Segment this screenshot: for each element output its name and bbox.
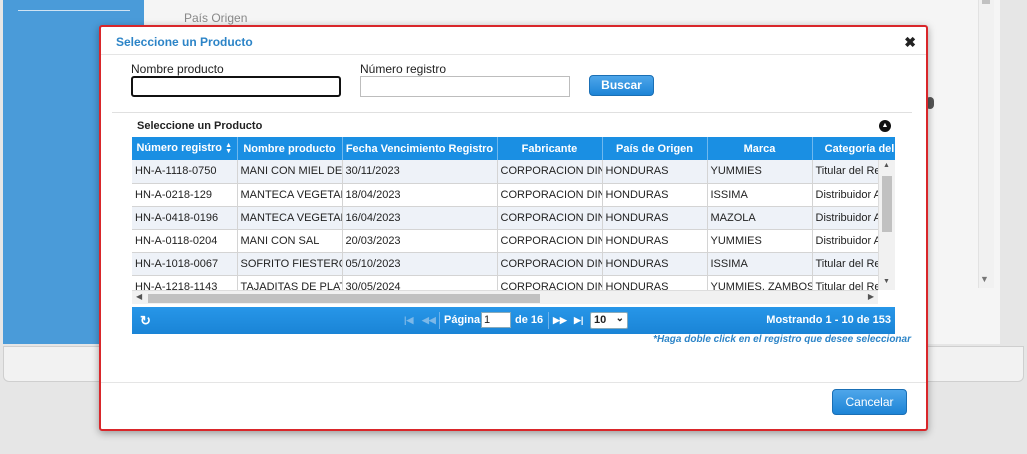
cell-fecha-vencimiento[interactable]: 20/03/2023 xyxy=(342,229,498,253)
page-number-input[interactable] xyxy=(481,312,511,328)
table-row[interactable]: HN-A-1218-1143 TAJADITAS DE PLAT 30/05/2… xyxy=(132,275,895,290)
cell-fecha-vencimiento[interactable]: 16/04/2023 xyxy=(342,206,498,230)
divider xyxy=(101,382,926,383)
scroll-down-arrow-icon[interactable]: ▼ xyxy=(980,274,989,284)
grid-caption-text: Seleccione un Producto xyxy=(137,120,263,132)
cell-marca[interactable]: YUMMIES, ZAMBOS xyxy=(707,275,813,290)
nombre-producto-input[interactable] xyxy=(131,76,341,97)
numero-registro-input[interactable] xyxy=(360,76,570,97)
table-header-row: Número registro ▲ ▼ Nombre producto Fecha… xyxy=(132,137,895,160)
table-row[interactable]: HN-A-0418-0196 MANTECA VEGETAL 16/04/202… xyxy=(132,206,895,230)
cell-nombre-producto[interactable]: TAJADITAS DE PLAT xyxy=(237,275,343,290)
cell-numero-registro[interactable]: HN-A-0118-0204 xyxy=(132,229,238,253)
cell-numero-registro[interactable]: HN-A-0418-0196 xyxy=(132,206,238,230)
column-header-fecha-vencimiento[interactable]: Fecha Vencimiento Registro xyxy=(342,137,498,160)
table-row[interactable]: HN-A-1018-0067 SOFRITO FIESTERO 05/10/20… xyxy=(132,252,895,276)
scroll-right-arrow-icon[interactable]: ▶ xyxy=(868,292,874,301)
cell-fabricante[interactable]: CORPORACION DIN xyxy=(497,183,603,207)
sidebar-divider xyxy=(18,10,130,11)
cell-pais-origen[interactable]: HONDURAS xyxy=(602,183,708,207)
scroll-down-arrow-icon[interactable]: ▼ xyxy=(883,278,890,285)
divider xyxy=(112,112,912,113)
cell-fabricante[interactable]: CORPORACION DIN xyxy=(497,252,603,276)
table-row[interactable]: HN-A-1118-0750 MANI CON MIEL DE 30/11/20… xyxy=(132,160,895,184)
cell-nombre-producto[interactable]: MANI CON MIEL DE xyxy=(237,160,343,184)
cell-pais-origen[interactable]: HONDURAS xyxy=(602,229,708,253)
select-product-dialog: Seleccione un Producto ✖ Nombre producto… xyxy=(99,25,928,431)
cell-numero-registro[interactable]: HN-A-0218-129 xyxy=(132,183,238,207)
scroll-up-arrow-icon[interactable]: ▲ xyxy=(883,162,890,169)
grid-caption: Seleccione un Producto ▲ xyxy=(132,117,895,137)
cancel-button[interactable]: Cancelar xyxy=(832,389,907,415)
grid-horizontal-scrollbar[interactable]: ◀ ▶ xyxy=(132,290,878,304)
cell-marca[interactable]: MAZOLA xyxy=(707,206,813,230)
cell-nombre-producto[interactable]: MANI CON SAL xyxy=(237,229,343,253)
previous-page-icon[interactable]: ◀◀ xyxy=(422,315,436,326)
column-header-pais-origen[interactable]: País de Origen xyxy=(602,137,708,160)
numero-registro-label: Número registro xyxy=(360,62,447,76)
table-row[interactable]: HN-A-0118-0204 MANI CON SAL 20/03/2023 C… xyxy=(132,229,895,253)
cell-pais-origen[interactable]: HONDURAS xyxy=(602,160,708,184)
cell-numero-registro[interactable]: HN-A-1118-0750 xyxy=(132,160,238,184)
background-field-label: País Origen xyxy=(184,11,248,25)
cell-marca[interactable]: ISSIMA xyxy=(707,252,813,276)
records-count: Mostrando 1 - 10 de 153 xyxy=(766,314,891,326)
nombre-producto-label: Nombre producto xyxy=(131,62,224,76)
cell-marca[interactable]: YUMMIES xyxy=(707,229,813,253)
first-page-icon[interactable]: |◀ xyxy=(404,315,413,326)
cell-fecha-vencimiento[interactable]: 30/05/2024 xyxy=(342,275,498,290)
cell-nombre-producto[interactable]: MANTECA VEGETAL xyxy=(237,206,343,230)
page-label: Página xyxy=(444,314,481,326)
collapse-icon[interactable]: ▲ xyxy=(879,120,891,132)
column-header-nombre-producto[interactable]: Nombre producto xyxy=(237,137,343,160)
cell-fabricante[interactable]: CORPORACION DIN xyxy=(497,275,603,290)
total-pages-label: de 16 xyxy=(515,314,544,326)
background-scroll-thumb[interactable] xyxy=(982,0,990,4)
product-table: Número registro ▲ ▼ Nombre producto Fecha… xyxy=(132,137,895,290)
grid-pager: ↻ |◀ ◀◀ Página de 16 ▶▶ ▶| 10 ⌄ Mostrand… xyxy=(132,307,895,334)
column-header-categoria[interactable]: Categoría del xyxy=(812,137,895,160)
scroll-thumb[interactable] xyxy=(148,294,540,303)
cell-pais-origen[interactable]: HONDURAS xyxy=(602,252,708,276)
next-page-icon[interactable]: ▶▶ xyxy=(553,315,567,326)
column-header-numero-registro[interactable]: Número registro ▲ ▼ xyxy=(132,137,238,160)
sort-icon[interactable]: ▲ ▼ xyxy=(225,142,232,155)
last-page-icon[interactable]: ▶| xyxy=(574,315,583,326)
cell-numero-registro[interactable]: HN-A-1018-0067 xyxy=(132,252,238,276)
background-right-strip xyxy=(1004,0,1027,344)
scroll-thumb[interactable] xyxy=(882,176,892,232)
cell-pais-origen[interactable]: HONDURAS xyxy=(602,206,708,230)
product-grid: Seleccione un Producto ▲ Número registro… xyxy=(132,117,895,335)
background-scrollbar[interactable] xyxy=(978,0,994,288)
scroll-left-arrow-icon[interactable]: ◀ xyxy=(136,292,142,301)
page-size-select[interactable]: 10 ⌄ xyxy=(590,312,628,329)
cell-fabricante[interactable]: CORPORACION DIN xyxy=(497,206,603,230)
cell-fecha-vencimiento[interactable]: 05/10/2023 xyxy=(342,252,498,276)
column-header-marca[interactable]: Marca xyxy=(707,137,813,160)
column-header-fabricante[interactable]: Fabricante xyxy=(497,137,603,160)
grid-vertical-scrollbar[interactable]: ▲ ▼ xyxy=(878,160,895,290)
cell-fecha-vencimiento[interactable]: 18/04/2023 xyxy=(342,183,498,207)
cell-numero-registro[interactable]: HN-A-1218-1143 xyxy=(132,275,238,290)
close-icon[interactable]: ✖ xyxy=(904,34,916,51)
chevron-down-icon: ⌄ xyxy=(615,313,624,324)
cell-marca[interactable]: ISSIMA xyxy=(707,183,813,207)
refresh-icon[interactable]: ↻ xyxy=(140,313,151,329)
cell-marca[interactable]: YUMMIES xyxy=(707,160,813,184)
divider xyxy=(101,54,926,55)
cell-nombre-producto[interactable]: MANTECA VEGETAL xyxy=(237,183,343,207)
separator xyxy=(548,312,549,329)
grid-viewport: Número registro ▲ ▼ Nombre producto Fecha… xyxy=(132,137,895,290)
cell-fecha-vencimiento[interactable]: 30/11/2023 xyxy=(342,160,498,184)
dialog-title: Seleccione un Producto xyxy=(116,35,253,49)
double-click-hint: *Haga doble click en el registro que des… xyxy=(653,334,911,345)
cell-nombre-producto[interactable]: SOFRITO FIESTERO xyxy=(237,252,343,276)
search-button[interactable]: Buscar xyxy=(589,75,654,96)
table-row[interactable]: HN-A-0218-129 MANTECA VEGETAL 18/04/2023… xyxy=(132,183,895,207)
cell-fabricante[interactable]: CORPORACION DIN xyxy=(497,229,603,253)
separator xyxy=(439,312,440,329)
cell-fabricante[interactable]: CORPORACION DIN xyxy=(497,160,603,184)
cell-pais-origen[interactable]: HONDURAS xyxy=(602,275,708,290)
page-size-value: 10 xyxy=(594,314,607,326)
